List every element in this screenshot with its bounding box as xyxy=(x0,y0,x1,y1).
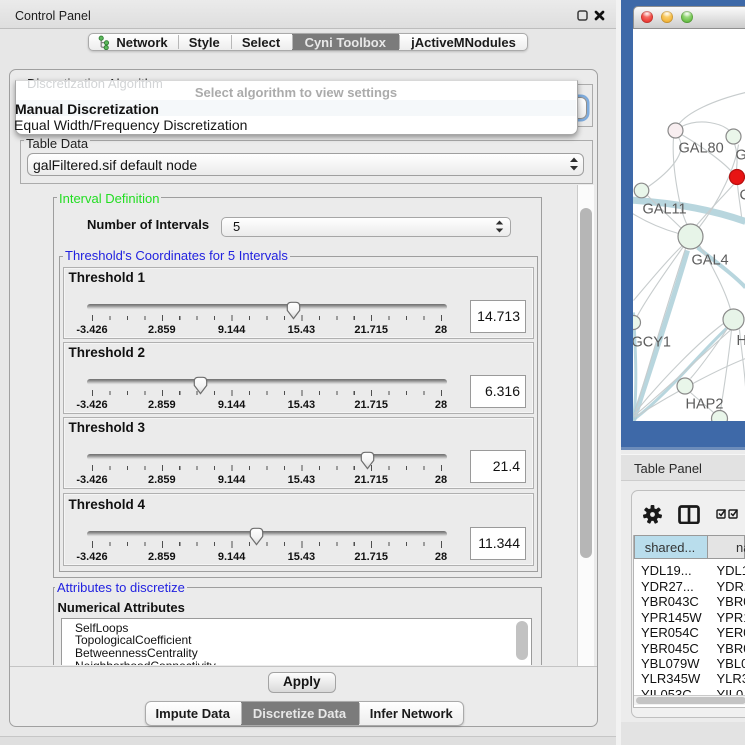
svg-text:GCY1: GCY1 xyxy=(633,334,671,350)
svg-text:GAL80: GAL80 xyxy=(678,140,723,156)
svg-text:GAL4: GAL4 xyxy=(691,252,728,268)
svg-text:H: H xyxy=(736,333,745,349)
svg-text:GAL11: GAL11 xyxy=(642,201,686,217)
svg-text:HAP2: HAP2 xyxy=(685,396,723,412)
svg-text:GAL: GAL xyxy=(735,147,745,163)
svg-text:C: C xyxy=(739,187,745,203)
